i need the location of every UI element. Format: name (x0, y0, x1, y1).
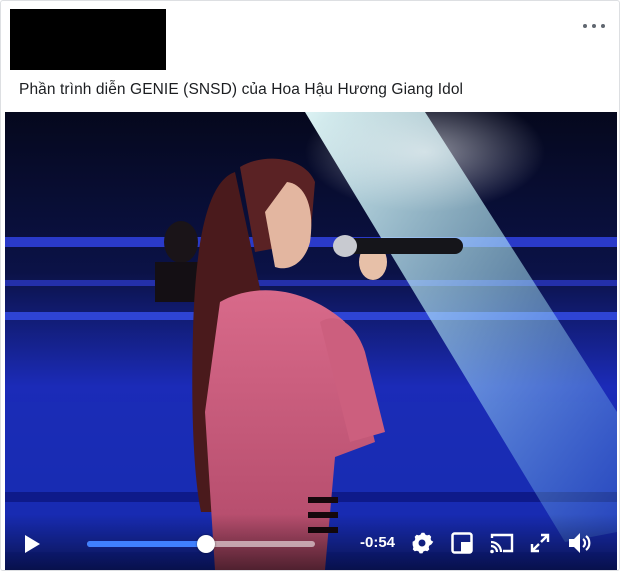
remaining-time: -0:54 (360, 534, 396, 551)
more-dot (601, 24, 605, 28)
more-dot (592, 24, 596, 28)
progress-scrubber[interactable] (196, 535, 215, 553)
play-icon (25, 535, 40, 553)
picture-in-picture-icon (451, 532, 473, 554)
progress-fill (87, 541, 206, 547)
volume-button[interactable] (566, 530, 594, 556)
gear-icon (412, 532, 434, 554)
volume-icon (569, 533, 591, 553)
cast-button[interactable] (488, 531, 516, 555)
fullscreen-icon (530, 533, 550, 553)
settings-button[interactable] (409, 530, 435, 556)
post-caption: Phần trình diễn GENIE (SNSD) của Hoa Hậu… (19, 81, 464, 98)
picture-in-picture-button[interactable] (450, 531, 474, 555)
fullscreen-button[interactable] (528, 531, 552, 555)
more-horizontal-icon (583, 24, 587, 28)
play-button[interactable] (21, 532, 43, 556)
video-player[interactable]: -0:54 (5, 112, 617, 570)
video-post-card: Phần trình diễn GENIE (SNSD) của Hoa Hậu… (0, 0, 620, 571)
more-options-button[interactable] (583, 19, 605, 33)
redacted-author-block (10, 9, 166, 70)
progress-bar[interactable] (87, 535, 315, 553)
player-controls: -0:54 (5, 514, 617, 570)
video-frame (5, 112, 617, 570)
cast-icon (490, 533, 514, 554)
